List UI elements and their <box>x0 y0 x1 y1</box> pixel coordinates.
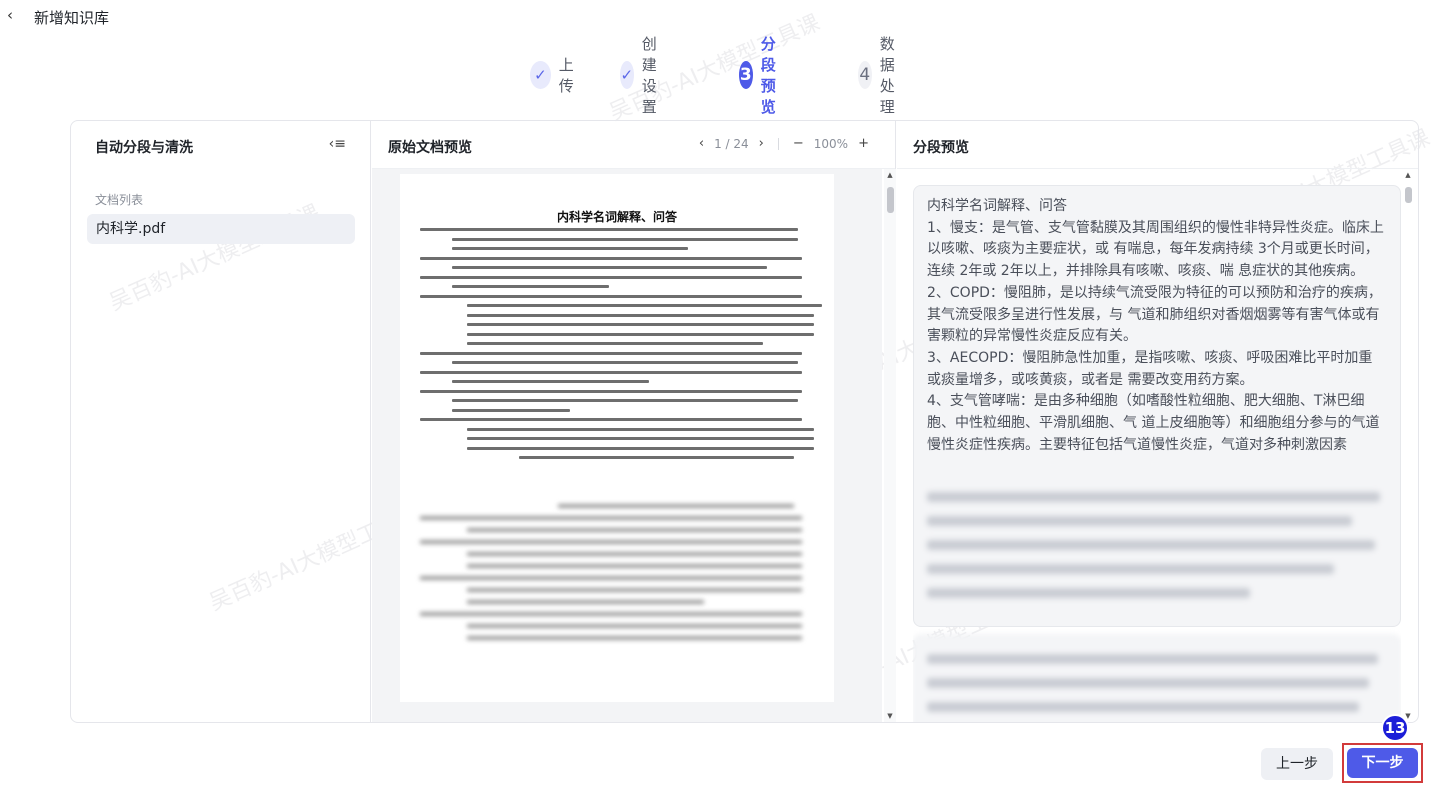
pdf-viewer[interactable]: 内科学名词解释、问答 <box>372 169 882 722</box>
page-indicator: 1 / 24 <box>714 136 749 151</box>
previous-step-button[interactable]: 上一步 <box>1261 748 1333 780</box>
step-label: 分段预览 <box>760 35 776 116</box>
original-doc-preview-panel: 原始文档预览 ‹ 1 / 24 › − 100% + 内科学名词解释、问答 ▲ … <box>372 121 896 722</box>
scroll-thumb[interactable] <box>1405 187 1412 203</box>
panel-title: 分段预览 <box>913 140 969 156</box>
chevron-left-icon: ‹ <box>7 6 13 24</box>
checkmark-icon: ✓ <box>620 61 634 89</box>
page-title: 新增知识库 <box>34 9 110 27</box>
pdf-page: 内科学名词解释、问答 <box>400 174 834 702</box>
collapse-menu-icon[interactable]: ‹≡ <box>329 136 346 152</box>
segment-card[interactable] <box>913 635 1401 722</box>
back-button[interactable]: ‹ <box>2 6 18 26</box>
step-number: 3 <box>739 61 753 89</box>
panel-header: 分段预览 <box>897 121 1418 169</box>
pdf-title: 内科学名词解释、问答 <box>556 210 677 224</box>
pager-toolbar: ‹ 1 / 24 › − 100% + <box>693 136 875 151</box>
segment-blurred-text <box>914 484 1401 626</box>
scrollbar[interactable]: ▲ ▼ <box>884 169 896 722</box>
zoom-in-icon[interactable]: + <box>852 136 875 151</box>
segment-text: 内科学名词解释、问答 1、慢支：是气管、支气管黏膜及其周围组织的慢性非特异性炎症… <box>927 198 1384 453</box>
prev-page-icon[interactable]: ‹ <box>693 136 710 151</box>
zoom-out-icon[interactable]: − <box>787 136 810 151</box>
panel-header: 自动分段与清洗 ‹≡ <box>71 121 370 169</box>
step-label: 创建设置 <box>641 35 657 116</box>
panel-title: 自动分段与清洗 <box>95 140 193 156</box>
step-label: 上传 <box>558 56 574 95</box>
scroll-down-icon[interactable]: ▼ <box>884 712 896 720</box>
step-number: 4 <box>858 61 872 89</box>
panel-header: 原始文档预览 ‹ 1 / 24 › − 100% + <box>372 121 895 169</box>
top-bar: ‹ 新增知识库 <box>0 0 1449 36</box>
panel-title: 原始文档预览 <box>388 140 472 156</box>
scrollbar[interactable]: ▲ ▼ <box>1402 169 1414 722</box>
next-page-icon[interactable]: › <box>753 136 770 151</box>
next-step-button[interactable]: 下一步 <box>1347 748 1418 778</box>
step-create-settings: ✓ 创建设置 <box>620 35 671 116</box>
divider <box>777 137 779 150</box>
next-step-highlight: 下一步 <box>1342 743 1423 783</box>
step-badge: 13 <box>1381 714 1409 742</box>
step-segment-preview: 3 分段预览 <box>739 35 790 116</box>
auto-segment-panel: 自动分段与清洗 ‹≡ 文档列表 内科学.pdf <box>71 121 371 722</box>
step-upload: ✓ 上传 <box>530 56 581 95</box>
zoom-level: 100% <box>813 136 849 151</box>
document-item[interactable]: 内科学.pdf <box>87 214 355 244</box>
pdf-blurred-text <box>420 504 814 694</box>
step-label: 数据处理 <box>879 35 895 116</box>
main-panel: 自动分段与清洗 ‹≡ 文档列表 内科学.pdf 原始文档预览 ‹ 1 / 24 … <box>70 120 1419 723</box>
scroll-up-icon[interactable]: ▲ <box>884 171 896 179</box>
segment-list[interactable]: 内科学名词解释、问答 1、慢支：是气管、支气管黏膜及其周围组织的慢性非特异性炎症… <box>913 185 1401 722</box>
pdf-body-text <box>420 228 822 466</box>
step-data-processing: 4 数据处理 <box>858 35 909 116</box>
scroll-thumb[interactable] <box>887 187 894 213</box>
document-list-label: 文档列表 <box>95 193 144 207</box>
segment-card[interactable]: 内科学名词解释、问答 1、慢支：是气管、支气管黏膜及其周围组织的慢性非特异性炎症… <box>913 185 1401 627</box>
checkmark-icon: ✓ <box>530 61 551 89</box>
segment-preview-panel: 分段预览 内科学名词解释、问答 1、慢支：是气管、支气管黏膜及其周围组织的慢性非… <box>897 121 1418 722</box>
scroll-up-icon[interactable]: ▲ <box>1402 171 1414 179</box>
